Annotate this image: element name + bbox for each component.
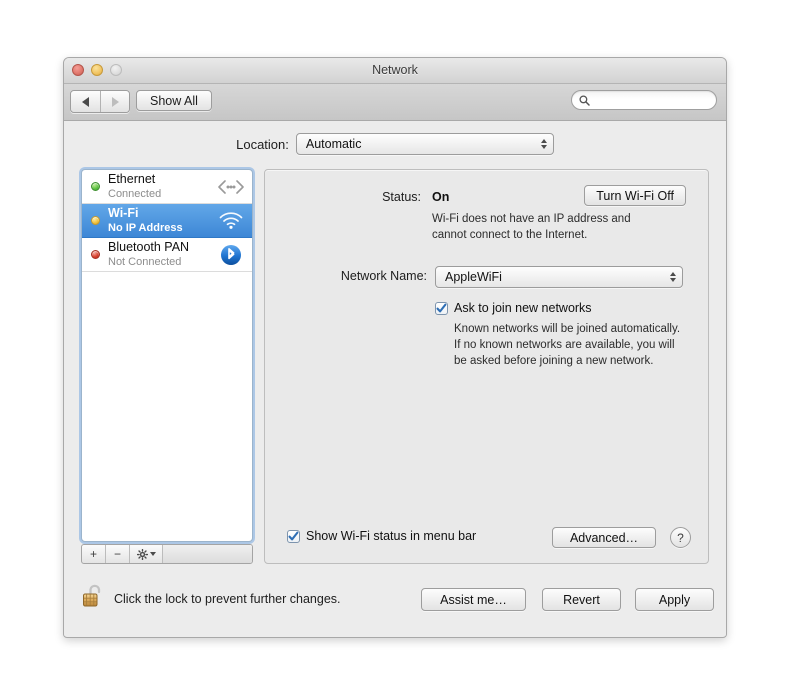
- screen: Network Show All Location: Automatic Eth…: [0, 0, 787, 699]
- service-actions-button[interactable]: [130, 545, 163, 563]
- service-list-toolbar: + −: [81, 544, 253, 564]
- show-all-button[interactable]: Show All: [136, 90, 212, 111]
- service-name: Bluetooth PAN: [108, 240, 190, 255]
- network-preferences-window: Network Show All Location: Automatic Eth…: [63, 57, 727, 638]
- status-indicator-red: [91, 250, 100, 259]
- wifi-detail-pane: Status: On Turn Wi-Fi Off Wi-Fi does not…: [264, 169, 709, 564]
- window-bottom-bar: Click the lock to prevent further change…: [64, 574, 726, 636]
- service-status: No IP Address: [108, 221, 183, 234]
- status-label: Status:: [382, 190, 421, 204]
- service-status: Not Connected: [108, 255, 182, 268]
- pane-footer: Show Wi-Fi status in menu bar Advanced… …: [265, 527, 708, 549]
- list-item[interactable]: Ethernet Connected: [82, 170, 252, 204]
- title-bar: Network: [64, 58, 726, 84]
- advanced-button[interactable]: Advanced…: [552, 527, 656, 548]
- checkmark-icon: [288, 531, 299, 541]
- navigation-segmented-control: [70, 90, 130, 113]
- location-label: Location:: [236, 136, 289, 152]
- checkbox-box: [435, 302, 448, 315]
- toolbar-spacer: [163, 545, 252, 563]
- network-name-popup-button[interactable]: AppleWiFi: [435, 266, 683, 288]
- checkbox-box: [287, 530, 300, 543]
- status-description-line-1: Wi-Fi does not have an IP address and: [432, 213, 631, 225]
- checkmark-icon: [436, 303, 447, 313]
- service-text: Ethernet Connected: [108, 172, 218, 200]
- service-text: Wi-Fi No IP Address: [108, 206, 218, 234]
- service-name: Ethernet: [108, 172, 156, 187]
- status-indicator-green: [91, 182, 100, 191]
- show-wifi-status-label: Show Wi-Fi status in menu bar: [306, 529, 477, 543]
- show-wifi-status-checkbox[interactable]: Show Wi-Fi status in menu bar: [287, 529, 476, 543]
- network-name-value: AppleWiFi: [445, 270, 502, 284]
- unlocked-padlock-icon[interactable]: [81, 582, 107, 610]
- network-name-label: Network Name:: [340, 269, 427, 283]
- search-input[interactable]: [594, 93, 708, 107]
- turn-wifi-off-button[interactable]: Turn Wi-Fi Off: [584, 185, 686, 206]
- triangle-left-icon: [82, 96, 89, 107]
- toolbar: Show All: [64, 84, 726, 121]
- forward-button[interactable]: [100, 91, 129, 112]
- service-status: Connected: [108, 187, 162, 200]
- chevron-down-icon: [149, 552, 156, 556]
- lock-hint-text: Click the lock to prevent further change…: [114, 592, 341, 606]
- ask-to-join-help-text: Known networks will be joined automatica…: [454, 322, 680, 370]
- list-item[interactable]: Wi-Fi No IP Address: [82, 204, 252, 238]
- search-icon: [579, 94, 590, 106]
- add-service-button[interactable]: +: [82, 545, 106, 563]
- service-name: Wi-Fi: [108, 206, 139, 221]
- status-description-line-2: cannot connect to the Internet.: [432, 228, 588, 241]
- location-row: Location: Automatic: [64, 133, 726, 155]
- status-indicator-amber: [91, 216, 100, 225]
- revert-button[interactable]: Revert: [542, 588, 621, 611]
- ask-to-join-label: Ask to join new networks: [454, 301, 592, 315]
- status-description: Wi-Fi does not have an IP address and ca…: [432, 212, 631, 243]
- help-button[interactable]: ?: [670, 527, 691, 548]
- ask-to-join-checkbox[interactable]: Ask to join new networks: [435, 301, 592, 315]
- ethernet-icon: [218, 179, 244, 194]
- location-value: Automatic: [305, 137, 362, 151]
- assist-me-button[interactable]: Assist me…: [421, 588, 526, 611]
- stepper-arrows-icon: [670, 272, 676, 282]
- list-item[interactable]: Bluetooth PAN Not Connected: [82, 238, 252, 272]
- stepper-arrows-icon: [540, 139, 547, 149]
- wifi-icon: [218, 212, 244, 229]
- help-line-1: Known networks will be joined automatica…: [454, 323, 681, 335]
- window-title: Network: [372, 63, 418, 77]
- service-text: Bluetooth PAN Not Connected: [108, 240, 218, 268]
- remove-service-button[interactable]: −: [106, 545, 130, 563]
- apply-button[interactable]: Apply: [635, 588, 714, 611]
- gear-icon: [136, 548, 148, 560]
- window-content: Location: Automatic Ethernet Connected W…: [64, 121, 726, 636]
- back-button[interactable]: [71, 91, 100, 112]
- help-line-3: be asked before joining a new network.: [454, 354, 654, 367]
- triangle-right-icon: [111, 96, 119, 107]
- network-services-list[interactable]: Ethernet Connected Wi-Fi No IP Address B…: [81, 169, 253, 542]
- search-field[interactable]: [571, 90, 717, 110]
- bluetooth-icon: [218, 244, 244, 266]
- help-line-2: If no known networks are available, you …: [454, 338, 675, 351]
- location-popup-button[interactable]: Automatic: [295, 133, 554, 155]
- status-value: On: [432, 190, 450, 204]
